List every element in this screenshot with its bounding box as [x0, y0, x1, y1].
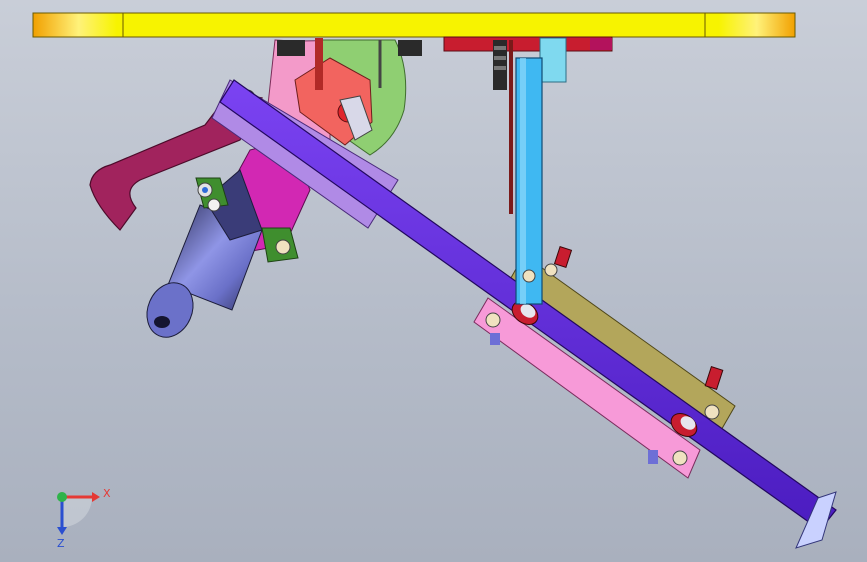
x-axis-label: X: [103, 487, 111, 500]
blue-vertical-link[interactable]: [515, 57, 543, 305]
z-axis-arrowhead: [57, 527, 67, 535]
orientation-triad: X Z: [57, 487, 111, 550]
green-mount-clip-right[interactable]: [261, 227, 299, 263]
x-axis-arrowhead: [92, 492, 100, 502]
z-axis-label: Z: [57, 537, 65, 550]
cad-3d-viewport[interactable]: X Z: [0, 0, 867, 562]
y-axis-origin: [57, 492, 67, 502]
top-mounting-plate[interactable]: [32, 12, 796, 38]
